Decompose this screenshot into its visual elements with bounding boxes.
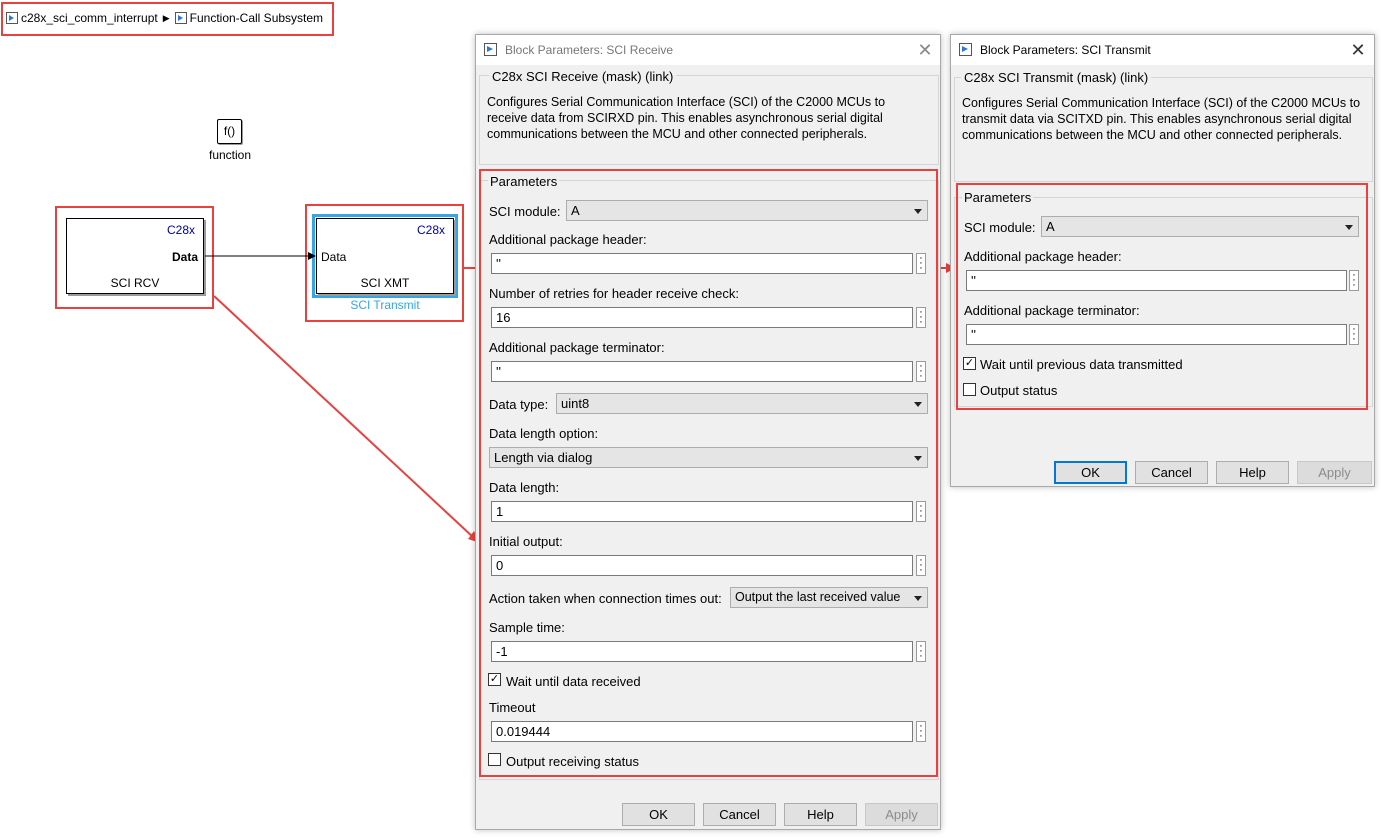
rcv-callout-arrow (213, 295, 475, 539)
transmit-mask-title: C28x SCI Transmit (mask) (link) (961, 70, 1152, 85)
transmit-parameters-highlight (956, 183, 1368, 410)
receive-dialog-title: Block Parameters: SCI Receive (505, 43, 674, 57)
transmit-help-button[interactable]: Help (1216, 461, 1289, 484)
transmit-ok-button[interactable]: OK (1054, 461, 1127, 484)
receive-cancel-button[interactable]: Cancel (703, 803, 776, 826)
receive-mask-title: C28x SCI Receive (mask) (link) (489, 69, 677, 84)
receive-ok-button[interactable]: OK (622, 803, 695, 826)
receive-apply-button[interactable]: Apply (865, 803, 938, 826)
simulink-block-icon (959, 43, 972, 56)
transmit-cancel-button[interactable]: Cancel (1135, 461, 1208, 484)
receive-titlebar: Block Parameters: SCI Receive ✕ (476, 35, 940, 65)
transmit-description: Configures Serial Communication Interfac… (962, 96, 1361, 142)
transmit-dialog-title: Block Parameters: SCI Transmit (980, 43, 1151, 57)
receive-close-icon[interactable]: ✕ (914, 39, 936, 61)
transmit-apply-button[interactable]: Apply (1297, 461, 1372, 484)
receive-parameters-highlight (479, 169, 938, 777)
transmit-titlebar: Block Parameters: SCI Transmit ✕ (951, 35, 1374, 65)
data-signal-arrowhead (308, 252, 316, 260)
simulink-block-icon (484, 43, 497, 56)
receive-help-button[interactable]: Help (784, 803, 857, 826)
transmit-close-icon[interactable]: ✕ (1347, 39, 1369, 61)
receive-description: Configures Serial Communication Interfac… (487, 95, 886, 141)
